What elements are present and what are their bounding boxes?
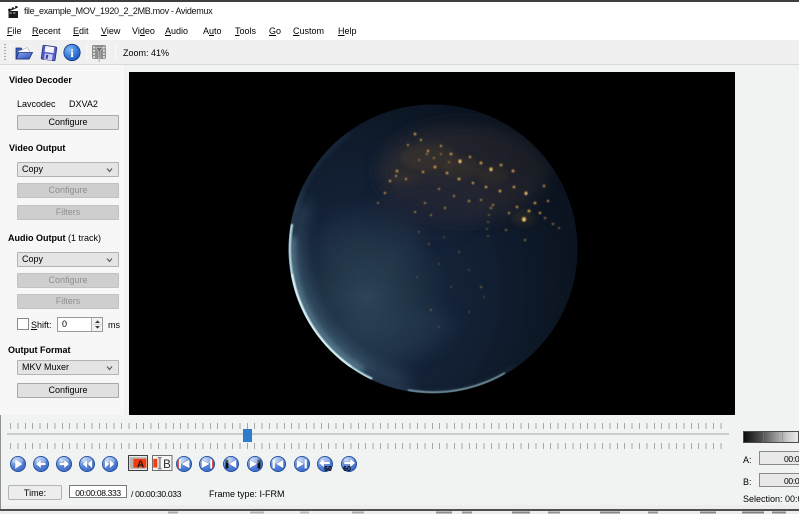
svg-text:B: B [163, 459, 171, 471]
svg-text:60: 60 [324, 466, 332, 473]
svg-text:A: A [137, 458, 145, 470]
svg-text:60: 60 [343, 466, 351, 473]
